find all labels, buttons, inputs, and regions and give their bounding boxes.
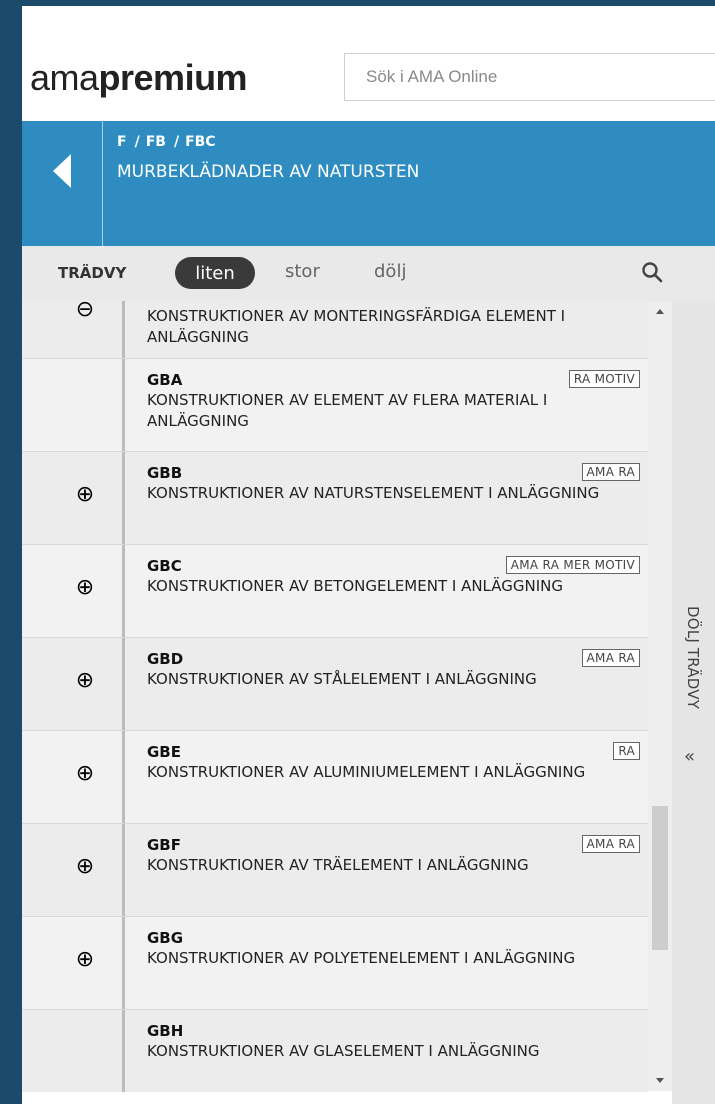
hide-treeview-panel[interactable]: DÖLJ TRÄDVY « — [672, 301, 715, 1104]
tree-row-content: GBE RA KONSTRUKTIONER AV ALUMINIUMELEMEN… — [122, 731, 648, 823]
status-badge: AMA RA — [581, 649, 640, 667]
expand-icon[interactable]: ⊕ — [67, 482, 103, 507]
double-chevron-left-icon[interactable]: « — [684, 746, 695, 767]
scrollbar-thumb[interactable] — [652, 806, 668, 950]
scroll-up-arrow-icon[interactable] — [656, 309, 664, 314]
expand-icon[interactable]: ⊕ — [67, 947, 103, 972]
treeview-label: TRÄDVY — [58, 264, 127, 282]
left-frame-strip — [0, 0, 22, 1104]
breadcrumb-item-fb[interactable]: FB — [146, 134, 166, 150]
section-header-bar: F / FB / FBC MURBEKLÄDNADER AV NATURSTEN — [22, 121, 715, 246]
status-badge: RA MOTIV — [568, 370, 640, 388]
tree-row-code: GBA — [147, 371, 183, 389]
status-badge: AMA RA — [581, 463, 640, 481]
tree-row-content: GBB AMA RA KONSTRUKTIONER AV NATURSTENSE… — [122, 452, 648, 544]
tree-row-description: KONSTRUKTIONER AV TRÄELEMENT I ANLÄGGNIN… — [147, 856, 529, 874]
hide-treeview-label[interactable]: DÖLJ TRÄDVY — [684, 606, 702, 709]
tree-row[interactable]: ⊕ GBE RA KONSTRUKTIONER AV ALUMINIUMELEM… — [22, 731, 648, 823]
tree-row-content: GBH KONSTRUKTIONER AV GLASELEMENT I ANLÄ… — [122, 1010, 648, 1092]
breadcrumb-separator: / — [134, 134, 140, 150]
breadcrumb-separator: / — [173, 134, 180, 150]
tree-row-description: KONSTRUKTIONER AV NATURSTENSELEMENT I AN… — [147, 484, 600, 502]
status-badge: AMA RA MER MOTIV — [505, 556, 640, 574]
header: amapremium — [22, 6, 715, 120]
tree-row-description: KONSTRUKTIONER AV GLASELEMENT I ANLÄGGNI… — [147, 1042, 540, 1060]
logo-text-ama: ama — [30, 57, 99, 98]
tree-row-description: KONSTRUKTIONER AV STÅLELEMENT I ANLÄGGNI… — [147, 670, 537, 688]
tree-scrollbar[interactable] — [648, 301, 672, 1091]
page: amapremium F / FB / FBC MURBEKLÄDNADER AV NA… — [22, 6, 715, 1104]
tree-row-code: GBH — [147, 1022, 184, 1040]
scroll-down-arrow-icon[interactable] — [656, 1078, 664, 1083]
treeview-option-stor[interactable]: stor — [285, 261, 320, 282]
tree-row-content: GBC AMA RA MER MOTIV KONSTRUKTIONER AV B… — [122, 545, 648, 637]
tree-row-code: GBB — [147, 464, 183, 482]
tree-row-code: GBF — [147, 836, 181, 854]
logo[interactable]: amapremium — [30, 56, 248, 100]
tree-row-content: GBA RA MOTIV KONSTRUKTIONER AV ELEMENT A… — [122, 359, 648, 451]
tree-row[interactable]: ⊕ GBC AMA RA MER MOTIV KONSTRUKTIONER AV… — [22, 545, 648, 637]
tree-row-code: GBC — [147, 557, 182, 575]
tree-row[interactable]: ⊕ GBF AMA RA KONSTRUKTIONER AV TRÄELEMEN… — [22, 824, 648, 916]
expand-icon[interactable]: ⊕ — [67, 575, 103, 600]
tree-list: ⊖ KONSTRUKTIONER AV MONTERINGSFÄRDIGA EL… — [22, 301, 672, 1104]
tree-row-content: GBG KONSTRUKTIONER AV POLYETENELEMENT I … — [122, 917, 648, 1009]
tree-row[interactable]: GBH KONSTRUKTIONER AV GLASELEMENT I ANLÄ… — [22, 1010, 648, 1092]
tree-row-description: KONSTRUKTIONER AV ALUMINIUMELEMENT I ANL… — [147, 763, 586, 781]
search-box[interactable] — [344, 53, 715, 101]
expand-icon[interactable]: ⊕ — [67, 668, 103, 693]
tree-row-content: KONSTRUKTIONER AV MONTERINGSFÄRDIGA ELEM… — [122, 301, 648, 358]
tree-row-content: GBF AMA RA KONSTRUKTIONER AV TRÄELEMENT … — [122, 824, 648, 916]
tree-row-description: KONSTRUKTIONER AV ELEMENT AV FLERA MATER… — [147, 391, 548, 430]
search-icon[interactable] — [640, 260, 666, 286]
treeview-toolbar: TRÄDVY liten stor dölj — [22, 246, 715, 301]
tree-row[interactable]: ⊕ GBB AMA RA KONSTRUKTIONER AV NATURSTEN… — [22, 452, 648, 544]
collapse-icon[interactable]: ⊖ — [67, 301, 103, 322]
tree-row-description: KONSTRUKTIONER AV POLYETENELEMENT I ANLÄ… — [147, 949, 576, 967]
back-button[interactable] — [22, 121, 103, 246]
tree-row[interactable]: ⊕ GBD AMA RA KONSTRUKTIONER AV STÅLELEME… — [22, 638, 648, 730]
status-badge: RA — [613, 742, 640, 760]
breadcrumb: F / FB / FBC — [117, 134, 218, 150]
breadcrumb-item-fbc[interactable]: FBC — [185, 134, 216, 150]
treeview-option-dolj[interactable]: dölj — [374, 261, 406, 282]
page-title: MURBEKLÄDNADER AV NATURSTEN — [117, 162, 420, 182]
expand-icon[interactable]: ⊕ — [67, 761, 103, 786]
tree-row-description: KONSTRUKTIONER AV MONTERINGSFÄRDIGA ELEM… — [147, 307, 566, 346]
tree-row[interactable]: ⊖ KONSTRUKTIONER AV MONTERINGSFÄRDIGA EL… — [22, 301, 648, 358]
treeview-option-liten[interactable]: liten — [175, 257, 255, 289]
tree-row-content: GBD AMA RA KONSTRUKTIONER AV STÅLELEMENT… — [122, 638, 648, 730]
expand-icon[interactable]: ⊕ — [67, 854, 103, 879]
tree-row-code: GBD — [147, 650, 184, 668]
search-input[interactable] — [345, 54, 715, 100]
logo-text-premium: premium — [98, 57, 248, 98]
tree-row[interactable]: GBA RA MOTIV KONSTRUKTIONER AV ELEMENT A… — [22, 359, 648, 451]
tree-row-code: GBG — [147, 929, 184, 947]
tree-row-description: KONSTRUKTIONER AV BETONGELEMENT I ANLÄGG… — [147, 577, 563, 595]
back-arrow-icon — [53, 154, 71, 188]
tree-row[interactable]: ⊕ GBG KONSTRUKTIONER AV POLYETENELEMENT … — [22, 917, 648, 1009]
status-badge: AMA RA — [581, 835, 640, 853]
breadcrumb-item-f[interactable]: F — [117, 134, 127, 150]
tree-row-code: GBE — [147, 743, 181, 761]
